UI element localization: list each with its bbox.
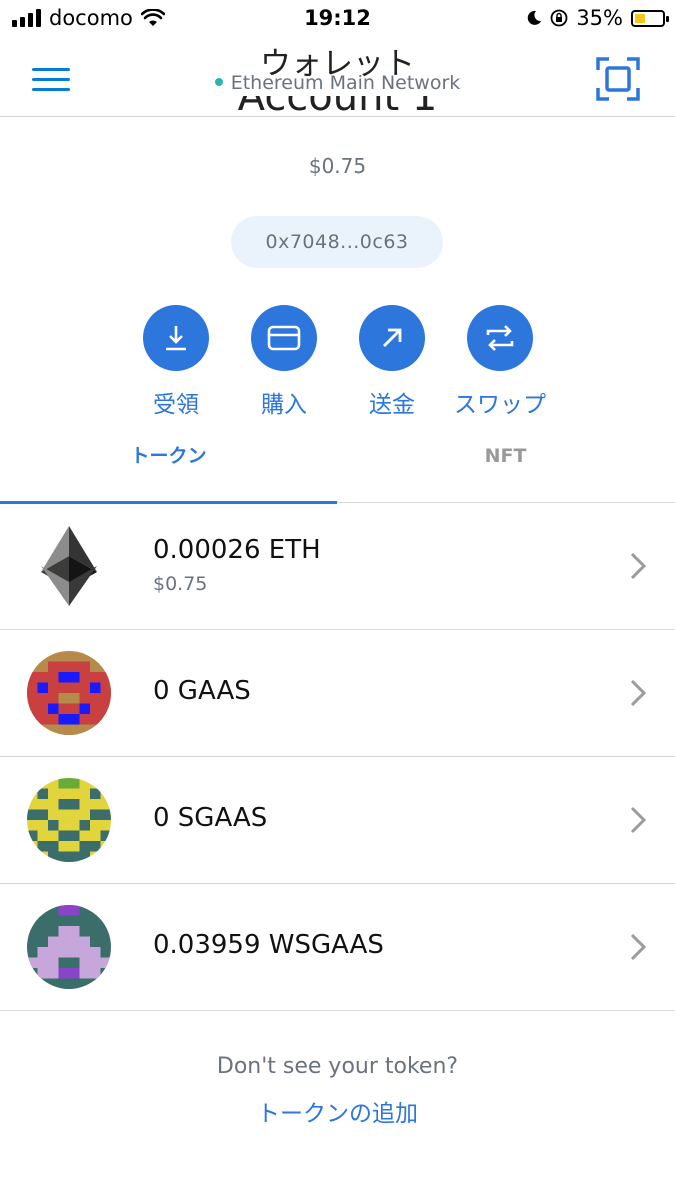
wsgaas-icon <box>27 905 111 989</box>
chevron-right-icon <box>630 933 647 961</box>
buy-button[interactable]: 購入 <box>230 305 338 419</box>
send-button-circle[interactable] <box>359 305 425 371</box>
swap-button-circle[interactable] <box>467 305 533 371</box>
network-status-dot <box>214 77 223 86</box>
receive-label: 受領 <box>153 392 199 418</box>
account-name[interactable]: Account 1 <box>0 96 675 118</box>
network-name: Ethereum Main Network <box>230 72 461 94</box>
account-name-text: Account 1 <box>0 96 675 118</box>
sgaas-icon <box>27 778 111 862</box>
status-bar: docomo 19:12 35% <box>0 0 675 36</box>
receive-button[interactable]: 受領 <box>122 305 230 419</box>
send-button[interactable]: 送金 <box>338 305 446 419</box>
chevron-right-icon <box>630 806 647 834</box>
network-indicator[interactable]: Ethereum Main Network <box>0 72 675 94</box>
missing-token-prompt: Don't see your token? <box>216 1054 459 1079</box>
send-label: 送金 <box>369 392 415 418</box>
asset-tabs: トークン NFT <box>0 426 675 504</box>
chevron-right-icon <box>630 679 647 707</box>
card-icon <box>267 325 301 351</box>
token-fiat-value: $0.75 <box>153 573 208 595</box>
tab-tokens[interactable]: トークン <box>0 426 337 502</box>
tab-nft[interactable]: NFT <box>337 426 674 502</box>
buy-label: 購入 <box>261 392 307 418</box>
token-amount: 0.03959 WSGAAS <box>153 930 384 960</box>
buy-button-circle[interactable] <box>251 305 317 371</box>
arrow-up-right-icon <box>383 328 402 347</box>
swap-label: スワップ <box>454 392 546 418</box>
token-amount: 0 SGAAS <box>153 803 268 833</box>
token-amount: 0.00026 ETH <box>153 535 321 565</box>
action-buttons: 受領 購入 送金 スワップ <box>122 305 562 418</box>
token-row-gaas[interactable]: 0 GAAS <box>0 630 675 757</box>
eth-icon <box>41 526 97 606</box>
account-balance: $0.75 <box>308 154 367 178</box>
status-right: 35% <box>526 6 669 30</box>
receive-button-circle[interactable] <box>143 305 209 371</box>
moon-icon <box>528 10 542 25</box>
swap-button[interactable]: スワップ <box>446 305 554 419</box>
token-row-sgaas[interactable]: 0 SGAAS <box>0 757 675 884</box>
token-amount: 0 GAAS <box>153 676 251 706</box>
swap-icon <box>486 325 514 351</box>
add-token-link[interactable]: トークンの追加 <box>0 1094 675 1128</box>
gaas-icon <box>27 651 111 735</box>
rotation-lock-icon <box>550 9 568 27</box>
account-address-button[interactable]: 0x7048...0c63 <box>231 216 443 268</box>
token-row-eth[interactable]: 0.00026 ETH $0.75 <box>0 503 675 630</box>
download-icon <box>166 326 186 351</box>
token-row-wsgaas[interactable]: 0.03959 WSGAAS <box>0 884 675 1011</box>
battery-percent: 35% <box>576 6 623 30</box>
battery-icon <box>631 9 669 27</box>
chevron-right-icon <box>630 552 647 580</box>
